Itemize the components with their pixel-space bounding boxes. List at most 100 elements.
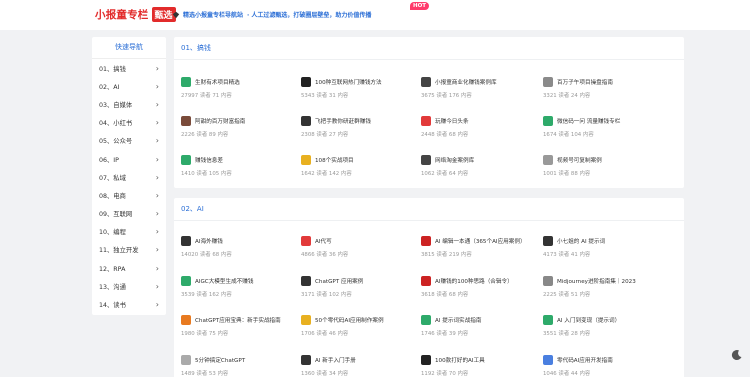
column-logo-icon	[301, 275, 311, 286]
column-card[interactable]: 百万子午项目操盘指南 3321 读者 24 内容	[536, 74, 656, 104]
column-card[interactable]: 网络淘金案例库 1062 读者 64 内容	[414, 152, 534, 182]
column-card[interactable]: 阿甜的百万财富指南 2226 读者 89 内容	[174, 113, 294, 143]
card-title: Midjourney进阶指南集｜2023	[557, 278, 636, 285]
card-meta: 1001 读者 88 内容	[543, 171, 591, 177]
column-card[interactable]: AI代写 4866 读者 36 内容	[294, 233, 414, 263]
card-meta: 4173 读者 41 内容	[543, 252, 591, 258]
column-card[interactable]: 小报童商业化赚钱案例库 3675 读者 176 内容	[414, 74, 534, 104]
column-card[interactable]: 零代码AI应用开发指南 1046 读者 44 内容	[536, 352, 656, 377]
column-card[interactable]: 视频号可复制案例 1001 读者 88 内容	[536, 152, 656, 182]
chevron-right-icon: ›	[155, 245, 159, 255]
sidebar-item-label: 11、独立开发	[99, 247, 139, 255]
sidebar-item[interactable]: 03、自媒体 ›	[92, 95, 166, 113]
column-card[interactable]: ChatGPT应用宝典：新手实战指南 1980 读者 75 内容	[174, 312, 294, 342]
card-meta: 1642 读者 142 内容	[301, 171, 352, 177]
column-logo-icon	[421, 77, 431, 87]
card-title: 飞把手教你研赶群赚钱	[315, 119, 371, 125]
card-title: 108个实战项目	[315, 158, 354, 164]
column-card[interactable]: AI赚钱的100种思路（合辑令） 3618 读者 68 内容	[414, 273, 534, 303]
column-card[interactable]: 赚钱信息差 1410 读者 105 内容	[174, 152, 294, 182]
column-card[interactable]: Midjourney进阶指南集｜2023 2225 读者 51 内容	[536, 273, 656, 303]
card-meta: 3321 读者 24 内容	[543, 93, 591, 99]
column-logo-icon	[181, 354, 191, 365]
chevron-right-icon: ›	[155, 281, 159, 291]
sidebar-item-label: 10、编程	[99, 229, 126, 237]
card-meta: 3815 读者 219 内容	[421, 252, 472, 258]
column-card[interactable]: 飞把手教你研赶群赚钱 2308 读者 27 内容	[294, 113, 414, 143]
column-logo-icon	[543, 116, 553, 126]
column-card[interactable]: AI 入门到变现（提示词） 3551 读者 28 内容	[536, 312, 656, 342]
column-card[interactable]: 玩赚今日头条 2448 读者 68 内容	[414, 113, 534, 143]
column-card[interactable]: 微信码一问 流量赚钱专栏 1674 读者 104 内容	[536, 113, 656, 143]
column-logo-icon	[421, 315, 431, 325]
sidebar-item[interactable]: 10、编程 ›	[92, 223, 166, 241]
sidebar-item-label: 08、电商	[99, 192, 126, 200]
section-title: 02、AI	[174, 198, 684, 221]
column-logo-icon	[301, 116, 311, 126]
column-card[interactable]: 小七姐的 AI 提示词 4173 读者 41 内容	[536, 233, 656, 263]
column-card[interactable]: AI海外赚钱 14020 读者 68 内容	[174, 233, 294, 263]
card-meta: 27997 读者 71 内容	[181, 93, 232, 99]
chevron-right-icon: ›	[155, 154, 159, 164]
sidebar-item[interactable]: 04、小红书 ›	[92, 114, 166, 132]
card-title: AI赚钱的100种思路（合辑令）	[435, 278, 513, 285]
card-title: 50个零代码AI应用制作案例	[315, 318, 384, 324]
card-title: 百万子午项目操盘指南	[557, 80, 613, 86]
column-logo-icon	[301, 315, 311, 325]
dark-mode-toggle-icon[interactable]	[731, 349, 743, 361]
sidebar-item[interactable]: 06、IP ›	[92, 150, 166, 168]
card-meta: 2225 读者 51 内容	[543, 291, 591, 298]
sidebar-item[interactable]: 01、搞钱 ›	[92, 59, 166, 77]
card-meta: 1410 读者 105 内容	[181, 171, 232, 177]
column-card[interactable]: 108个实战项目 1642 读者 142 内容	[294, 152, 414, 182]
column-card[interactable]: 5分钟搞定ChatGPT 1489 读者 53 内容	[174, 352, 294, 377]
column-logo-icon	[181, 236, 191, 246]
card-title: AI 编辑一本通（365个AI应用案例）	[435, 239, 526, 245]
card-meta: 3675 读者 176 内容	[421, 93, 472, 99]
sidebar-item[interactable]: 08、电商 ›	[92, 186, 166, 204]
sidebar-item[interactable]: 13、沟通 ›	[92, 277, 166, 295]
column-logo-icon	[421, 275, 431, 286]
sidebar-item[interactable]: 02、AI ›	[92, 77, 166, 95]
hot-badge: HOT	[410, 2, 430, 10]
quick-nav-sidebar: 快速导航 01、搞钱 › 02、AI › 03、自媒体 › 04、小红书 › 05、公众号 › 06…	[92, 37, 166, 315]
avatar-icon	[543, 77, 553, 87]
column-logo-icon	[181, 275, 191, 286]
card-meta: 1192 读者 70 内容	[421, 370, 469, 377]
column-card[interactable]: ChatGPT 应用案例 3171 读者 102 内容	[294, 273, 414, 303]
card-title: ChatGPT 应用案例	[315, 278, 364, 285]
card-meta: 3171 读者 102 内容	[301, 291, 352, 298]
sidebar-item[interactable]: 12、RPA ›	[92, 259, 166, 277]
card-title: 小报童商业化赚钱案例库	[435, 80, 497, 86]
sidebar-item[interactable]: 09、互联网 ›	[92, 205, 166, 223]
column-card[interactable]: 50个零代码AI应用制作案例 1706 读者 46 内容	[294, 312, 414, 342]
notice-link[interactable]: 精选小报童专栏导航站	[183, 10, 243, 19]
sidebar-item[interactable]: 07、私域 ›	[92, 168, 166, 186]
sidebar-item[interactable]: 14、读书 ›	[92, 295, 166, 313]
avatar-icon	[543, 155, 553, 165]
column-card[interactable]: 100款打好的AI工具 1192 读者 70 内容	[414, 352, 534, 377]
column-card[interactable]: 100种互联网热门赚钱方法 5343 读者 31 内容	[294, 74, 414, 104]
column-logo-icon	[301, 155, 311, 165]
card-meta: 1046 读者 44 内容	[543, 370, 591, 377]
sidebar-item[interactable]: 05、公众号 ›	[92, 132, 166, 150]
card-title: AI 提示词实战指南	[435, 318, 482, 324]
card-title: 零代码AI应用开发指南	[557, 357, 613, 364]
card-title: 视频号可复制案例	[557, 158, 602, 164]
column-card[interactable]: AI 提示词实战指南 1746 读者 39 内容	[414, 312, 534, 342]
site-logo[interactable]: 小报童专栏 甄选	[95, 7, 176, 22]
sidebar-item-label: 06、IP	[99, 156, 119, 164]
column-card[interactable]: AI 新手入门手册 1360 读者 34 内容	[294, 352, 414, 377]
column-logo-icon	[421, 116, 431, 126]
chevron-right-icon: ›	[155, 118, 159, 128]
sidebar-item-label: 07、私域	[99, 174, 126, 182]
column-card[interactable]: AIGC大模型生成不赚钱 3539 读者 162 内容	[174, 273, 294, 303]
column-card[interactable]: 生财有术项目精选 27997 读者 71 内容	[174, 74, 294, 104]
column-logo-icon	[181, 155, 191, 165]
card-meta: 1746 读者 39 内容	[421, 331, 469, 337]
card-title: ChatGPT应用宝典：新手实战指南	[195, 318, 281, 324]
chevron-right-icon: ›	[155, 172, 159, 182]
column-card[interactable]: AI 编辑一本通（365个AI应用案例） 3815 读者 219 内容	[414, 233, 534, 263]
sidebar-item[interactable]: 11、独立开发 ›	[92, 241, 166, 259]
card-title: AI 新手入门手册	[315, 357, 356, 364]
